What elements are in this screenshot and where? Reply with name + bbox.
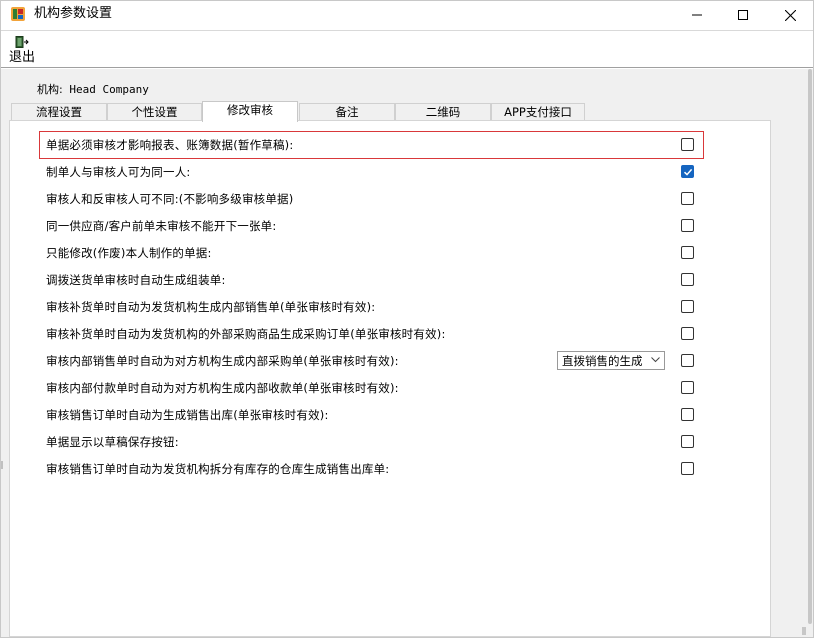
- option-label: 审核补货单时自动为发货机构的外部采购商品生成采购订单(单张审核时有效):: [46, 327, 446, 341]
- maximize-button[interactable]: [720, 1, 766, 29]
- chevron-down-icon: [651, 357, 660, 363]
- checkmark-icon: [683, 168, 693, 176]
- option-label: 同一供应商/客户前单未审核不能开下一张单:: [46, 219, 277, 233]
- close-button[interactable]: [767, 1, 813, 29]
- maximize-icon: [738, 10, 748, 20]
- option-checkbox[interactable]: [681, 192, 694, 205]
- org-info: 机构: Head Company: [37, 83, 149, 97]
- option-checkbox[interactable]: [681, 381, 694, 394]
- option-checkbox[interactable]: [681, 246, 694, 259]
- option-label: 调拨送货单审核时自动生成组装单:: [46, 273, 226, 287]
- left-edge-marker: [1, 461, 3, 469]
- option-label: 审核内部付款单时自动为对方机构生成内部收款单(单张审核时有效):: [46, 381, 399, 395]
- option-label: 制单人与审核人可为同一人:: [46, 165, 191, 179]
- vertical-scrollbar[interactable]: [807, 69, 813, 637]
- main-area: 机构: Head Company 流程设置 个性设置 修改审核 备注 二维码 A…: [1, 69, 813, 637]
- minimize-icon: [692, 14, 702, 16]
- title-bar: 机构参数设置: [1, 1, 813, 29]
- option-checkbox[interactable]: [681, 300, 694, 313]
- option-checkbox[interactable]: [681, 327, 694, 340]
- app-window: 机构参数设置 退出 机构: Head Company 流程设置 个性设置 修改审…: [0, 0, 814, 638]
- exit-door-icon: [15, 36, 29, 48]
- option-label: 审核销售订单时自动为发货机构拆分有库存的仓库生成销售出库单:: [46, 462, 390, 476]
- option-row: 审核销售订单时自动为发货机构拆分有库存的仓库生成销售出库单:: [46, 458, 702, 480]
- tab-notes[interactable]: 备注: [299, 103, 395, 121]
- option-row: 调拨送货单审核时自动生成组装单:: [46, 269, 702, 291]
- minimize-button[interactable]: [674, 1, 720, 29]
- option-label: 审核人和反审核人可不同:(不影响多级审核单据): [46, 192, 294, 206]
- option-checkbox[interactable]: [681, 408, 694, 421]
- option-row: 审核补货单时自动为发货机构生成内部销售单(单张审核时有效):: [46, 296, 702, 318]
- option-checkbox[interactable]: [681, 273, 694, 286]
- option-checkbox[interactable]: [681, 138, 694, 151]
- option-checkbox[interactable]: [681, 219, 694, 232]
- tab-personal-settings[interactable]: 个性设置: [107, 103, 202, 121]
- select-value: 直拨销售的生成: [562, 354, 643, 368]
- exit-label: 退出: [9, 50, 36, 65]
- tab-app-payment[interactable]: APP支付接口: [491, 103, 585, 121]
- org-label: 机构:: [37, 83, 63, 96]
- org-value: Head Company: [69, 83, 149, 96]
- toolbar: 退出: [1, 30, 813, 68]
- option-row: 单据必须审核才影响报表、账簿数据(暂作草稿):: [46, 134, 702, 156]
- option-checkbox[interactable]: [681, 435, 694, 448]
- option-row: 同一供应商/客户前单未审核不能开下一张单:: [46, 215, 702, 237]
- option-row: 制单人与审核人可为同一人:: [46, 161, 702, 183]
- option-row: 审核人和反审核人可不同:(不影响多级审核单据): [46, 188, 702, 210]
- tab-modify-audit[interactable]: 修改审核: [202, 101, 298, 122]
- option-row: 审核补货单时自动为发货机构的外部采购商品生成采购订单(单张审核时有效):: [46, 323, 702, 345]
- option-row: 单据显示以草稿保存按钮:: [46, 431, 702, 453]
- option-label: 审核销售订单时自动为生成销售出库(单张审核时有效):: [46, 408, 329, 422]
- resize-grip[interactable]: [802, 627, 806, 635]
- tab-process-settings[interactable]: 流程设置: [11, 103, 107, 121]
- option-label: 审核内部销售单时自动为对方机构生成内部采购单(单张审核时有效):: [46, 354, 399, 368]
- option-label: 单据显示以草稿保存按钮:: [46, 435, 179, 449]
- option-label: 单据必须审核才影响报表、账簿数据(暂作草稿):: [46, 138, 294, 152]
- scrollbar-thumb[interactable]: [808, 69, 812, 624]
- option-checkbox[interactable]: [681, 165, 694, 178]
- window-title: 机构参数设置: [34, 6, 113, 21]
- option-checkbox[interactable]: [681, 462, 694, 475]
- option-row: 只能修改(作废)本人制作的单据:: [46, 242, 702, 264]
- generation-mode-select[interactable]: 直拨销售的生成: [557, 351, 665, 370]
- tab-qr-code[interactable]: 二维码: [395, 103, 491, 121]
- exit-button[interactable]: 退出: [7, 33, 37, 67]
- option-row: 审核内部付款单时自动为对方机构生成内部收款单(单张审核时有效):: [46, 377, 702, 399]
- app-logo-icon: [10, 6, 26, 22]
- option-row: 审核销售订单时自动为生成销售出库(单张审核时有效):: [46, 404, 702, 426]
- option-label: 审核补货单时自动为发货机构生成内部销售单(单张审核时有效):: [46, 300, 376, 314]
- option-label: 只能修改(作废)本人制作的单据:: [46, 246, 212, 260]
- option-checkbox[interactable]: [681, 354, 694, 367]
- tab-panel-modify-audit: 单据必须审核才影响报表、账簿数据(暂作草稿): 制单人与审核人可为同一人: 审核…: [9, 120, 771, 637]
- option-row: 审核内部销售单时自动为对方机构生成内部采购单(单张审核时有效): 直拨销售的生成: [46, 350, 702, 372]
- close-icon: [784, 9, 796, 21]
